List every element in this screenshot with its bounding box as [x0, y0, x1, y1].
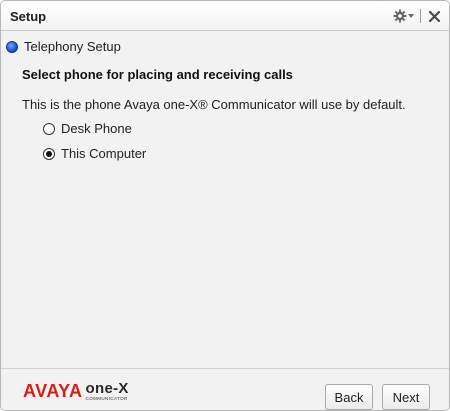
window-title: Setup — [10, 9, 47, 24]
close-icon — [428, 10, 440, 22]
this-computer-option[interactable]: This Computer — [43, 146, 146, 161]
wizard-step: Telephony Setup — [6, 39, 121, 54]
step-label: Telephony Setup — [24, 39, 121, 54]
next-button[interactable]: Next — [382, 384, 430, 410]
section-description: This is the phone Avaya one-X® Communica… — [22, 97, 406, 112]
wizard-footer: AVAYA one-X COMMUNICATOR Back Next — [1, 368, 449, 410]
this-computer-radio[interactable] — [43, 147, 55, 160]
back-button[interactable]: Back — [325, 384, 373, 410]
logo-product-name: one-X — [85, 380, 129, 397]
this-computer-label[interactable]: This Computer — [61, 146, 146, 161]
title-bar: Setup — [1, 1, 449, 31]
setup-window: Setup Telephony Setup Select phone for p… — [0, 0, 450, 411]
titlebar-separator — [420, 9, 421, 23]
section-heading: Select phone for placing and receiving c… — [22, 67, 293, 82]
close-button[interactable] — [425, 7, 443, 25]
chevron-down-icon — [408, 14, 414, 18]
step-status-icon — [6, 40, 18, 53]
logo-product: one-X COMMUNICATOR — [85, 380, 129, 402]
settings-menu-button[interactable] — [393, 7, 417, 25]
radio-selected-dot — [46, 150, 52, 157]
desk-phone-label[interactable]: Desk Phone — [61, 121, 132, 136]
avaya-one-x-logo: AVAYA one-X COMMUNICATOR — [23, 380, 129, 402]
gear-icon — [393, 9, 407, 23]
desk-phone-option[interactable]: Desk Phone — [43, 121, 132, 136]
desk-phone-radio[interactable] — [43, 122, 55, 135]
logo-product-sub: COMMUNICATOR — [85, 396, 128, 401]
logo-brand: AVAYA — [23, 381, 83, 401]
